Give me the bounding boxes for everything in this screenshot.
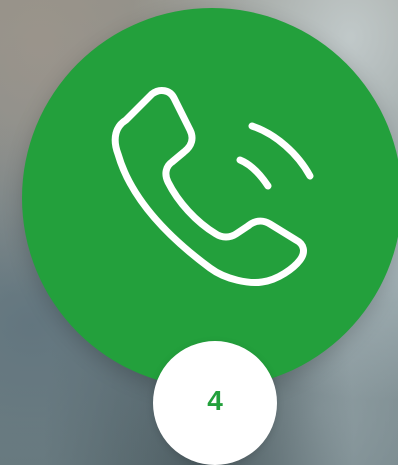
phone-calling-icon xyxy=(111,87,314,286)
step-number-badge: 4 xyxy=(153,341,277,465)
step-number: 4 xyxy=(207,385,223,416)
